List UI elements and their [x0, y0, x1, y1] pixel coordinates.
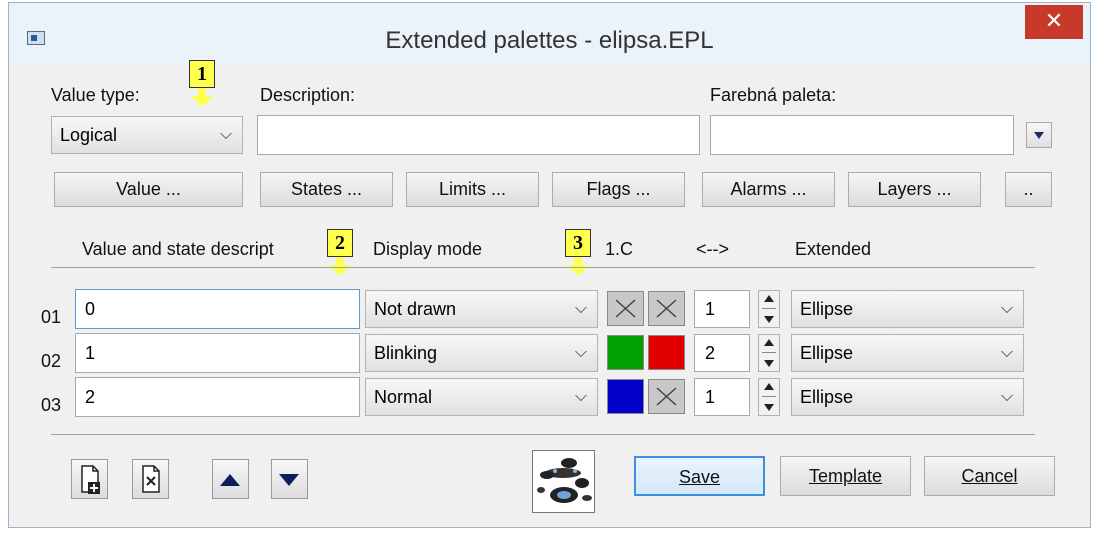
states-button[interactable]: States ...	[260, 172, 393, 207]
row-2-count-input[interactable]: 2	[694, 334, 750, 372]
callout-badge-1: 1	[189, 60, 215, 88]
layers-button[interactable]: Layers ...	[848, 172, 981, 207]
delete-document-icon	[142, 465, 160, 493]
value-button[interactable]: Value ...	[54, 172, 243, 207]
row-3-color-1[interactable]	[607, 379, 644, 414]
more-button[interactable]: ..	[1005, 172, 1052, 207]
row-number: 02	[41, 351, 62, 371]
close-button[interactable]: ✕	[1025, 5, 1083, 39]
up-arrow-icon	[764, 383, 774, 390]
column-desc: Value and state descript	[82, 239, 274, 259]
none-icon	[615, 299, 636, 318]
up-arrow-icon	[764, 295, 774, 302]
row-1-mode-select[interactable]: Not drawn ⌵	[365, 290, 598, 328]
row-number: 01	[41, 307, 62, 327]
header-divider	[51, 267, 1035, 268]
none-icon	[656, 299, 677, 318]
footer-divider	[51, 434, 1035, 435]
chevron-down-icon: ⌵	[219, 126, 232, 143]
column-extended: Extended	[795, 239, 872, 259]
description-label: Description:	[260, 85, 356, 105]
row-1-color-2[interactable]	[648, 291, 685, 326]
value-type-label: Value type:	[51, 85, 140, 105]
move-up-button[interactable]	[212, 459, 249, 499]
chevron-down-icon: ⌵	[1000, 388, 1013, 405]
chevron-down-icon: ⌵	[574, 344, 587, 361]
row-1-spin-button[interactable]	[758, 290, 780, 328]
row-2-extended-select[interactable]: Ellipse ⌵	[791, 334, 1024, 372]
row-3-spin-button[interactable]	[758, 378, 780, 416]
alarms-button[interactable]: Alarms ...	[702, 172, 835, 207]
none-icon	[656, 387, 677, 406]
palette-preview	[532, 450, 595, 513]
chevron-down-icon: ⌵	[1000, 344, 1013, 361]
row-2-spin-button[interactable]	[758, 334, 780, 372]
dropdown-arrow-icon	[1034, 132, 1044, 139]
chevron-down-icon: ⌵	[1000, 300, 1013, 317]
row-number: 03	[41, 395, 62, 415]
row-3-extended-select[interactable]: Ellipse ⌵	[791, 378, 1024, 416]
description-input[interactable]	[257, 115, 700, 155]
row-1-color-1[interactable]	[607, 291, 644, 326]
column-mode: Display mode	[373, 239, 483, 259]
arrow-down-icon	[279, 474, 299, 486]
down-arrow-icon	[764, 316, 774, 323]
down-arrow-icon	[764, 404, 774, 411]
callout-badge-2: 2	[327, 229, 353, 257]
row-3-color-2[interactable]	[648, 379, 685, 414]
row-3-desc-input[interactable]: 2	[75, 377, 360, 417]
cancel-button[interactable]: Cancel	[924, 456, 1055, 496]
save-button[interactable]: Save	[634, 456, 765, 496]
value-type-select[interactable]: Logical ⌵	[51, 116, 243, 154]
new-document-icon	[81, 465, 100, 494]
row-1-count-input[interactable]: 1	[694, 290, 750, 328]
row-1-desc-input[interactable]: 0	[75, 289, 360, 329]
palette-input[interactable]	[710, 115, 1014, 155]
up-arrow-icon	[764, 339, 774, 346]
callout-arrow-1	[191, 96, 213, 107]
row-2-color-1[interactable]	[607, 335, 644, 370]
chevron-down-icon: ⌵	[574, 388, 587, 405]
down-arrow-icon	[764, 360, 774, 367]
column-swap: <-->	[696, 239, 730, 259]
palette-preview-icon	[537, 458, 592, 503]
window-title: Extended palettes - elipsa.EPL	[385, 27, 714, 54]
chevron-down-icon: ⌵	[574, 300, 587, 317]
row-1-extended-select[interactable]: Ellipse ⌵	[791, 290, 1024, 328]
row-2-color-2[interactable]	[648, 335, 685, 370]
arrow-up-icon	[220, 474, 240, 486]
flags-button[interactable]: Flags ...	[552, 172, 685, 207]
title-bar: Extended palettes - elipsa.EPL ✕	[9, 3, 1090, 65]
row-2-mode-select[interactable]: Blinking ⌵	[365, 334, 598, 372]
extended-palettes-window: Extended palettes - elipsa.EPL ✕ Value t…	[8, 2, 1091, 528]
row-2-desc-input[interactable]: 1	[75, 333, 360, 373]
palette-label: Farebná paleta:	[710, 85, 837, 105]
callout-badge-3: 3	[565, 229, 591, 257]
new-row-button[interactable]	[71, 459, 108, 499]
limits-button[interactable]: Limits ...	[406, 172, 539, 207]
row-3-count-input[interactable]: 1	[694, 378, 750, 416]
delete-row-button[interactable]	[132, 459, 169, 499]
column-color: 1.C	[605, 239, 634, 259]
row-3-mode-select[interactable]: Normal ⌵	[365, 378, 598, 416]
palette-dropdown-button[interactable]	[1026, 122, 1052, 148]
move-down-button[interactable]	[271, 459, 308, 499]
template-button[interactable]: Template	[780, 456, 911, 496]
